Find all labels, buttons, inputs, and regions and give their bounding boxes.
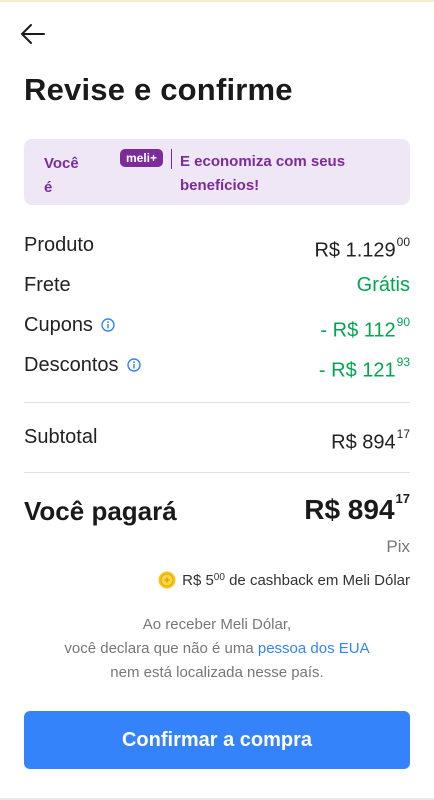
frete-row: Frete Grátis [24,270,410,300]
produto-row: Produto R$ 1.12900 [24,230,410,262]
descontos-row: Descontos - R$ 12193 [24,350,410,382]
descontos-cents: 93 [396,355,410,369]
disclaimer-line2-text: você declara que não é uma [64,640,258,657]
descontos-label: Descontos [24,350,141,380]
cupons-cents: 90 [396,315,410,329]
meli-dolar-disclaimer: Ao receber Meli Dólar, você declara que … [24,613,410,685]
subtotal-value: R$ 89417 [331,422,410,458]
info-icon[interactable] [101,318,115,332]
page-title: Revise e confirme [24,72,293,107]
disclaimer-line3: nem está localizada nesse país. [110,664,324,681]
subtotal-label: Subtotal [24,426,98,448]
meli-plus-badge: meli+ [120,149,164,167]
banner-benefit-text: E economiza com seus benefícios! [180,150,400,198]
frete-value: Grátis [356,274,410,296]
pessoa-dos-eua-link[interactable]: pessoa dos EUA [258,640,370,657]
descontos-label-text: Descontos [24,354,119,376]
frete-label: Frete [24,274,71,296]
subtotal-row: Subtotal R$ 89417 [24,422,410,454]
cashback-info: R$ 5 00 de cashback em Meli Dólar [158,571,410,589]
total-amount: R$ 894 [304,494,395,525]
confirm-purchase-button[interactable]: Confirmar a compra [24,711,410,769]
cupons-label: Cupons [24,310,115,340]
arrow-left-icon [21,24,45,44]
produto-label: Produto [24,234,95,256]
coin-icon [158,571,176,589]
cupons-row: Cupons - R$ 11290 [24,310,410,342]
descontos-amount: - R$ 121 [318,359,396,382]
produto-value: R$ 1.12900 [314,230,410,266]
info-icon[interactable] [126,358,141,372]
produto-amount: R$ 1.129 [314,239,396,262]
total-cents: 17 [395,490,410,506]
banner-benefit-line2: benefícios! [180,177,260,194]
cupons-label-text: Cupons [24,314,93,336]
divider [24,402,410,403]
disclaimer-line2: você declara que não é uma pessoa dos EU… [24,637,410,661]
meli-plus-banner: Você é meli+ E economiza com seus benefí… [24,139,410,205]
banner-voce-line1: Você [44,155,79,172]
banner-voce-text: Você é [44,152,90,200]
banner-separator [171,149,172,169]
payment-method: Pix [386,537,410,556]
banner-benefit-line1: E economiza com seus [180,153,346,170]
cashback-text: de cashback em Meli Dólar [224,571,410,589]
descontos-value: - R$ 12193 [319,350,410,386]
subtotal-amount: R$ 894 [331,431,396,454]
back-button[interactable] [18,20,50,48]
divider [24,472,410,473]
top-border [0,0,434,2]
cupons-amount: - R$ 112 [320,319,396,342]
produto-cents: 00 [396,235,410,249]
subtotal-cents: 17 [396,427,410,441]
total-label: Você pagará [24,496,177,526]
cashback-amount: R$ 5 [182,571,214,589]
total-value: R$ 89417 [304,490,410,526]
cupons-value: - R$ 11290 [320,310,410,346]
disclaimer-line1: Ao receber Meli Dólar, [142,616,292,633]
banner-voce-line2: é [44,179,53,196]
cashback-cents: 00 [213,571,225,583]
